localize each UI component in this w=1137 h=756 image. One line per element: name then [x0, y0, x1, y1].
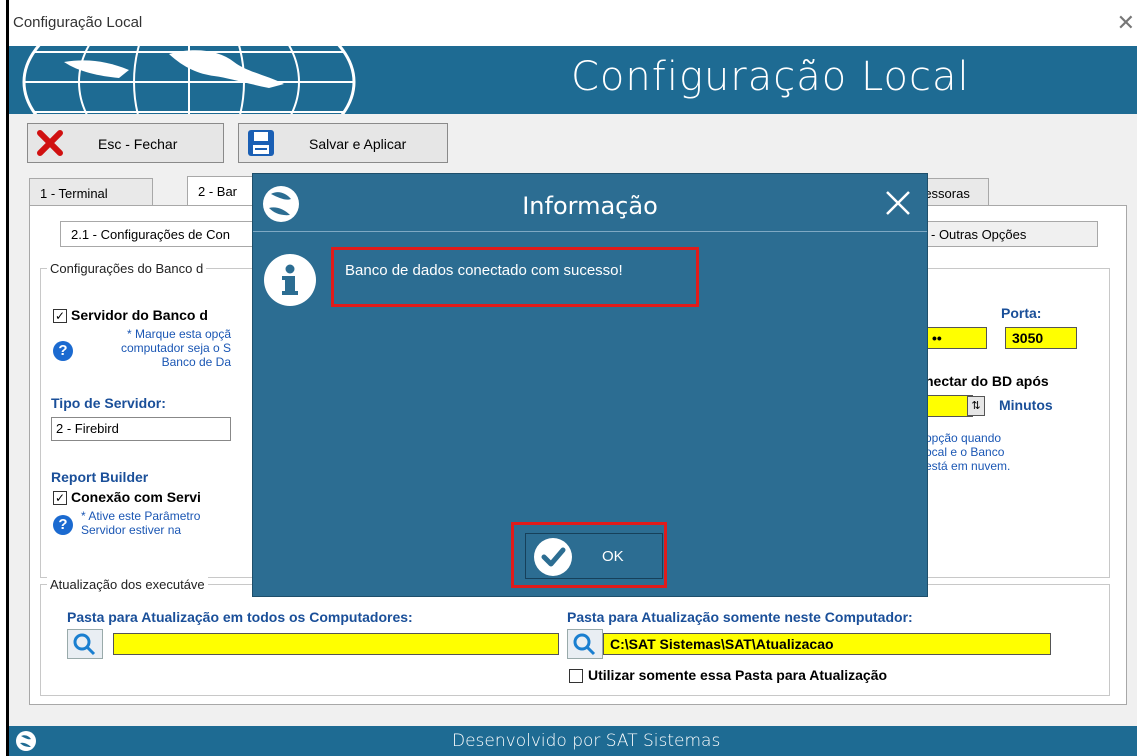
server-checkbox-label: Servidor do Banco d: [71, 307, 208, 323]
help-icon[interactable]: ?: [53, 341, 73, 361]
rb-connection-label: Conexão com Servi: [71, 489, 201, 505]
info-icon: [264, 254, 316, 306]
update-group-title: Atualização dos executáve: [47, 577, 208, 592]
ok-button-label: OK: [602, 548, 624, 565]
title-bar: Configuração Local ✕: [9, 0, 1137, 46]
rb-connection-checkbox[interactable]: ✓: [53, 491, 67, 505]
close-button[interactable]: Esc - Fechar: [27, 123, 224, 163]
dialog-message: Banco de dados conectado com sucesso!: [345, 262, 623, 279]
only-this-folder-label: Utilizar somente essa Pasta para Atualiz…: [588, 667, 888, 683]
dialog-header: Informação: [253, 174, 927, 232]
port-label: Porta:: [1001, 305, 1042, 321]
server-checkbox[interactable]: ✓: [53, 309, 67, 323]
dialog-title: Informação: [522, 192, 658, 220]
header-banner: Configuração Local: [9, 46, 1137, 114]
this-computer-label: Pasta para Atualização somente neste Com…: [567, 609, 913, 625]
this-computer-path-input[interactable]: C:\SAT Sistemas\SAT\Atualizacao: [603, 633, 1051, 655]
footer-text: Desenvolvido por SAT Sistemas: [452, 731, 721, 751]
dialog-close-icon[interactable]: [883, 188, 913, 218]
save-button-label: Salvar e Aplicar: [309, 136, 407, 152]
globe-icon: [22, 46, 356, 114]
window-title: Configuração Local: [13, 14, 143, 31]
disconnect-label: nectar do BD após: [925, 373, 1049, 389]
search-icon: [573, 633, 596, 656]
ok-button[interactable]: OK: [525, 533, 663, 579]
all-computers-label: Pasta para Atualização em todos os Compu…: [67, 609, 413, 625]
port-field[interactable]: 3050: [1005, 327, 1077, 349]
save-disk-icon: [248, 130, 274, 156]
close-x-icon: [37, 130, 63, 156]
banner-title: Configuração Local: [571, 54, 970, 100]
footer-bar: Desenvolvido por SAT Sistemas: [9, 726, 1137, 756]
subtab-outras-opcoes[interactable]: - Outras Opções: [920, 221, 1098, 247]
right-note: opção quando ocal e o Banco está em nuve…: [925, 431, 1011, 473]
only-this-folder-checkbox[interactable]: [569, 669, 583, 683]
minutes-label: Minutos: [999, 397, 1053, 413]
all-computers-path-input[interactable]: [113, 633, 559, 655]
check-circle-icon: [534, 538, 572, 576]
globe-icon: [16, 731, 36, 751]
server-type-label: Tipo de Servidor:: [51, 395, 166, 411]
search-icon: [73, 633, 96, 656]
toolbar: Esc - Fechar Salvar e Aplicar: [9, 114, 1137, 170]
report-builder-label: Report Builder: [51, 469, 149, 485]
dialog-divider: [253, 231, 927, 232]
tab-terminal[interactable]: 1 - Terminal: [29, 178, 153, 206]
spin-icon[interactable]: ⇅: [967, 396, 985, 416]
window-close-button[interactable]: ✕: [1117, 10, 1135, 36]
rb-note: * Ative este Parâmetro Servidor estiver …: [81, 509, 201, 537]
config-window: Configuração Local ✕ Configuração Local …: [6, 0, 1137, 756]
all-computers-browse-button[interactable]: [67, 629, 103, 659]
server-note: * Marque esta opçã computador seja o S B…: [120, 327, 231, 369]
minutes-field[interactable]: [925, 395, 973, 417]
info-dialog: Informação Banco de dados conectado com …: [252, 173, 928, 597]
this-computer-browse-button[interactable]: [567, 629, 603, 659]
server-type-select[interactable]: 2 - Firebird: [51, 417, 231, 441]
close-button-label: Esc - Fechar: [98, 136, 178, 152]
save-apply-button[interactable]: Salvar e Aplicar: [238, 123, 448, 163]
help-icon[interactable]: ?: [53, 515, 73, 535]
update-group: Atualização dos executáve Pasta para Atu…: [40, 577, 1110, 696]
db-group-title: Configurações do Banco d: [47, 261, 207, 276]
password-field[interactable]: ••: [925, 327, 987, 349]
